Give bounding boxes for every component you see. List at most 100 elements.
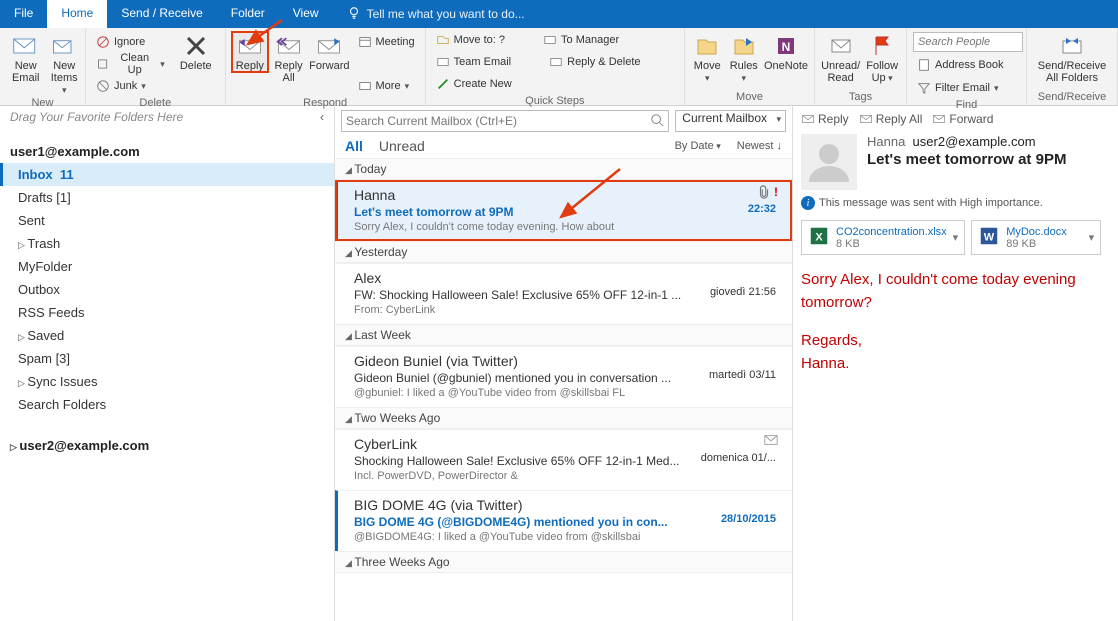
folder-search-folders[interactable]: Search Folders <box>0 393 334 416</box>
cleanup-button[interactable]: Clean Up <box>92 54 169 74</box>
reading-reply-all-button[interactable]: Reply All <box>859 112 923 126</box>
message-time: 22:32 <box>748 203 776 215</box>
message-item[interactable]: Gideon Buniel (via Twitter)Gideon Buniel… <box>335 346 792 407</box>
folder-myfolder[interactable]: MyFolder <box>0 255 334 278</box>
collapse-favorites-icon[interactable]: ‹ <box>320 110 324 124</box>
attachment-name: MyDoc.docx <box>1006 226 1067 238</box>
svg-text:W: W <box>984 232 995 244</box>
message-item[interactable]: AlexFW: Shocking Halloween Sale! Exclusi… <box>335 263 792 324</box>
message-time: 28/10/2015 <box>721 513 776 525</box>
info-icon: i <box>801 196 815 210</box>
section-header[interactable]: Yesterday <box>335 241 792 263</box>
search-mailbox-input[interactable]: Search Current Mailbox (Ctrl+E) <box>341 110 669 132</box>
attachment-item[interactable]: W MyDoc.docx89 KB ▾ <box>971 220 1101 255</box>
filter-all[interactable]: All <box>345 138 363 154</box>
message-item[interactable]: !HannaLet's meet tomorrow at 9PMSorry Al… <box>335 180 792 241</box>
new-items-button[interactable]: New Items <box>49 32 79 96</box>
unread-read-button[interactable]: Unread/ Read <box>821 32 860 84</box>
new-email-button[interactable]: New Email <box>6 32 45 84</box>
sort-newest[interactable]: Newest ↓ <box>737 140 782 152</box>
folder-outbox[interactable]: Outbox <box>0 278 334 301</box>
reply-button[interactable]: Reply <box>232 32 268 72</box>
qs-move-to[interactable]: Move to: ? <box>432 30 509 50</box>
folder-trash[interactable]: Trash <box>0 232 334 255</box>
attachment-size: 89 KB <box>1006 238 1067 250</box>
reading-subject: Let's meet tomorrow at 9PM <box>867 151 1110 168</box>
junk-button[interactable]: Junk <box>92 76 169 96</box>
section-header[interactable]: Last Week <box>335 324 792 346</box>
attachment-menu-icon[interactable]: ▾ <box>1089 231 1095 244</box>
qs-team-email[interactable]: Team Email <box>432 52 515 72</box>
reading-pane: Reply Reply All Forward Hanna user2@exam… <box>793 106 1118 621</box>
forward-button[interactable]: Forward <box>309 32 349 72</box>
qs-to-manager[interactable]: To Manager <box>539 30 623 50</box>
body-line: tomorrow? <box>801 292 1110 315</box>
attachment-menu-icon[interactable]: ▾ <box>953 231 959 244</box>
reading-forward-button[interactable]: Forward <box>932 112 993 126</box>
svg-text:X: X <box>815 232 823 244</box>
group-tags-label: Tags <box>815 90 906 105</box>
folder-sent[interactable]: Sent <box>0 209 334 232</box>
tab-send-receive[interactable]: Send / Receive <box>107 0 216 28</box>
message-from: CyberLink <box>354 436 780 452</box>
sender-address: user2@example.com <box>913 134 1036 149</box>
ignore-button[interactable]: Ignore <box>92 32 169 52</box>
sender-avatar <box>801 134 857 190</box>
section-header[interactable]: Two Weeks Ago <box>335 407 792 429</box>
message-item[interactable]: CyberLinkShocking Halloween Sale! Exclus… <box>335 429 792 490</box>
message-list-pane: Search Current Mailbox (Ctrl+E) Current … <box>335 106 793 621</box>
tab-file[interactable]: File <box>0 0 47 28</box>
tab-folder[interactable]: Folder <box>217 0 279 28</box>
message-from: Alex <box>354 270 780 286</box>
account-header[interactable]: user2@example.com <box>0 434 334 457</box>
importance-info-text: This message was sent with High importan… <box>819 197 1043 209</box>
folder-saved[interactable]: Saved <box>0 324 334 347</box>
tab-home[interactable]: Home <box>47 0 107 28</box>
attachment-icon <box>758 185 770 202</box>
body-line: Hanna. <box>801 353 1110 376</box>
meeting-button[interactable]: Meeting <box>354 32 419 52</box>
delete-button[interactable]: Delete <box>173 32 219 72</box>
filter-email-button[interactable]: Filter Email <box>913 78 1023 98</box>
message-preview: From: CyberLink <box>354 304 780 316</box>
message-preview: Sorry Alex, I couldn't come today evenin… <box>354 221 780 233</box>
reading-reply-button[interactable]: Reply <box>801 112 849 126</box>
sort-by-date[interactable]: By Date <box>675 140 721 152</box>
reply-all-button[interactable]: Reply All <box>272 32 305 84</box>
send-receive-all-button[interactable]: Send/Receive All Folders <box>1033 32 1111 84</box>
tell-me[interactable]: Tell me what you want to do... <box>333 0 539 28</box>
search-people-input[interactable] <box>913 32 1023 52</box>
section-header[interactable]: Today <box>335 158 792 180</box>
attachment-item[interactable]: XCO2concentration.xlsx8 KB▾ <box>801 220 965 255</box>
favorites-placeholder: Drag Your Favorite Folders Here <box>10 110 183 124</box>
move-button[interactable]: Move <box>691 32 724 84</box>
search-icon <box>650 113 664 130</box>
menu-tabs: File Home Send / Receive Folder View Tel… <box>0 0 1118 28</box>
folder-spam-[interactable]: Spam [3] <box>0 347 334 370</box>
folder-rss-feeds[interactable]: RSS Feeds <box>0 301 334 324</box>
folder-drafts-[interactable]: Drafts [1] <box>0 186 334 209</box>
svg-text:N: N <box>782 40 791 54</box>
more-respond-button[interactable]: More <box>354 76 419 96</box>
account-header[interactable]: user1@example.com <box>0 140 334 163</box>
rules-button[interactable]: Rules <box>728 32 761 84</box>
sender-name: Hanna <box>867 134 905 149</box>
follow-up-button[interactable]: Follow Up <box>864 32 900 84</box>
search-scope-dropdown[interactable]: Current Mailbox <box>675 110 786 132</box>
message-subject: BIG DOME 4G (@BIGDOME4G) mentioned you i… <box>354 515 780 529</box>
folder-inbox[interactable]: Inbox 11 <box>0 163 334 186</box>
message-item[interactable]: BIG DOME 4G (via Twitter)BIG DOME 4G (@B… <box>335 490 792 551</box>
message-preview: @gbuniel: I liked a @YouTube video from … <box>354 387 780 399</box>
filter-unread[interactable]: Unread <box>379 138 425 154</box>
folder-sync-issues[interactable]: Sync Issues <box>0 370 334 393</box>
address-book-button[interactable]: Address Book <box>913 55 1023 75</box>
body-line: Sorry Alex, I couldn't come today evenin… <box>801 269 1110 292</box>
qs-reply-delete[interactable]: Reply & Delete <box>545 52 644 72</box>
qs-create-new[interactable]: Create New <box>432 74 516 94</box>
tab-view[interactable]: View <box>279 0 333 28</box>
onenote-button[interactable]: NOneNote <box>764 32 808 72</box>
section-header[interactable]: Three Weeks Ago <box>335 551 792 573</box>
group-move-label: Move <box>685 90 814 105</box>
importance-icon: ! <box>774 185 778 202</box>
ribbon: New Email New Items New Ignore Clean Up … <box>0 28 1118 106</box>
